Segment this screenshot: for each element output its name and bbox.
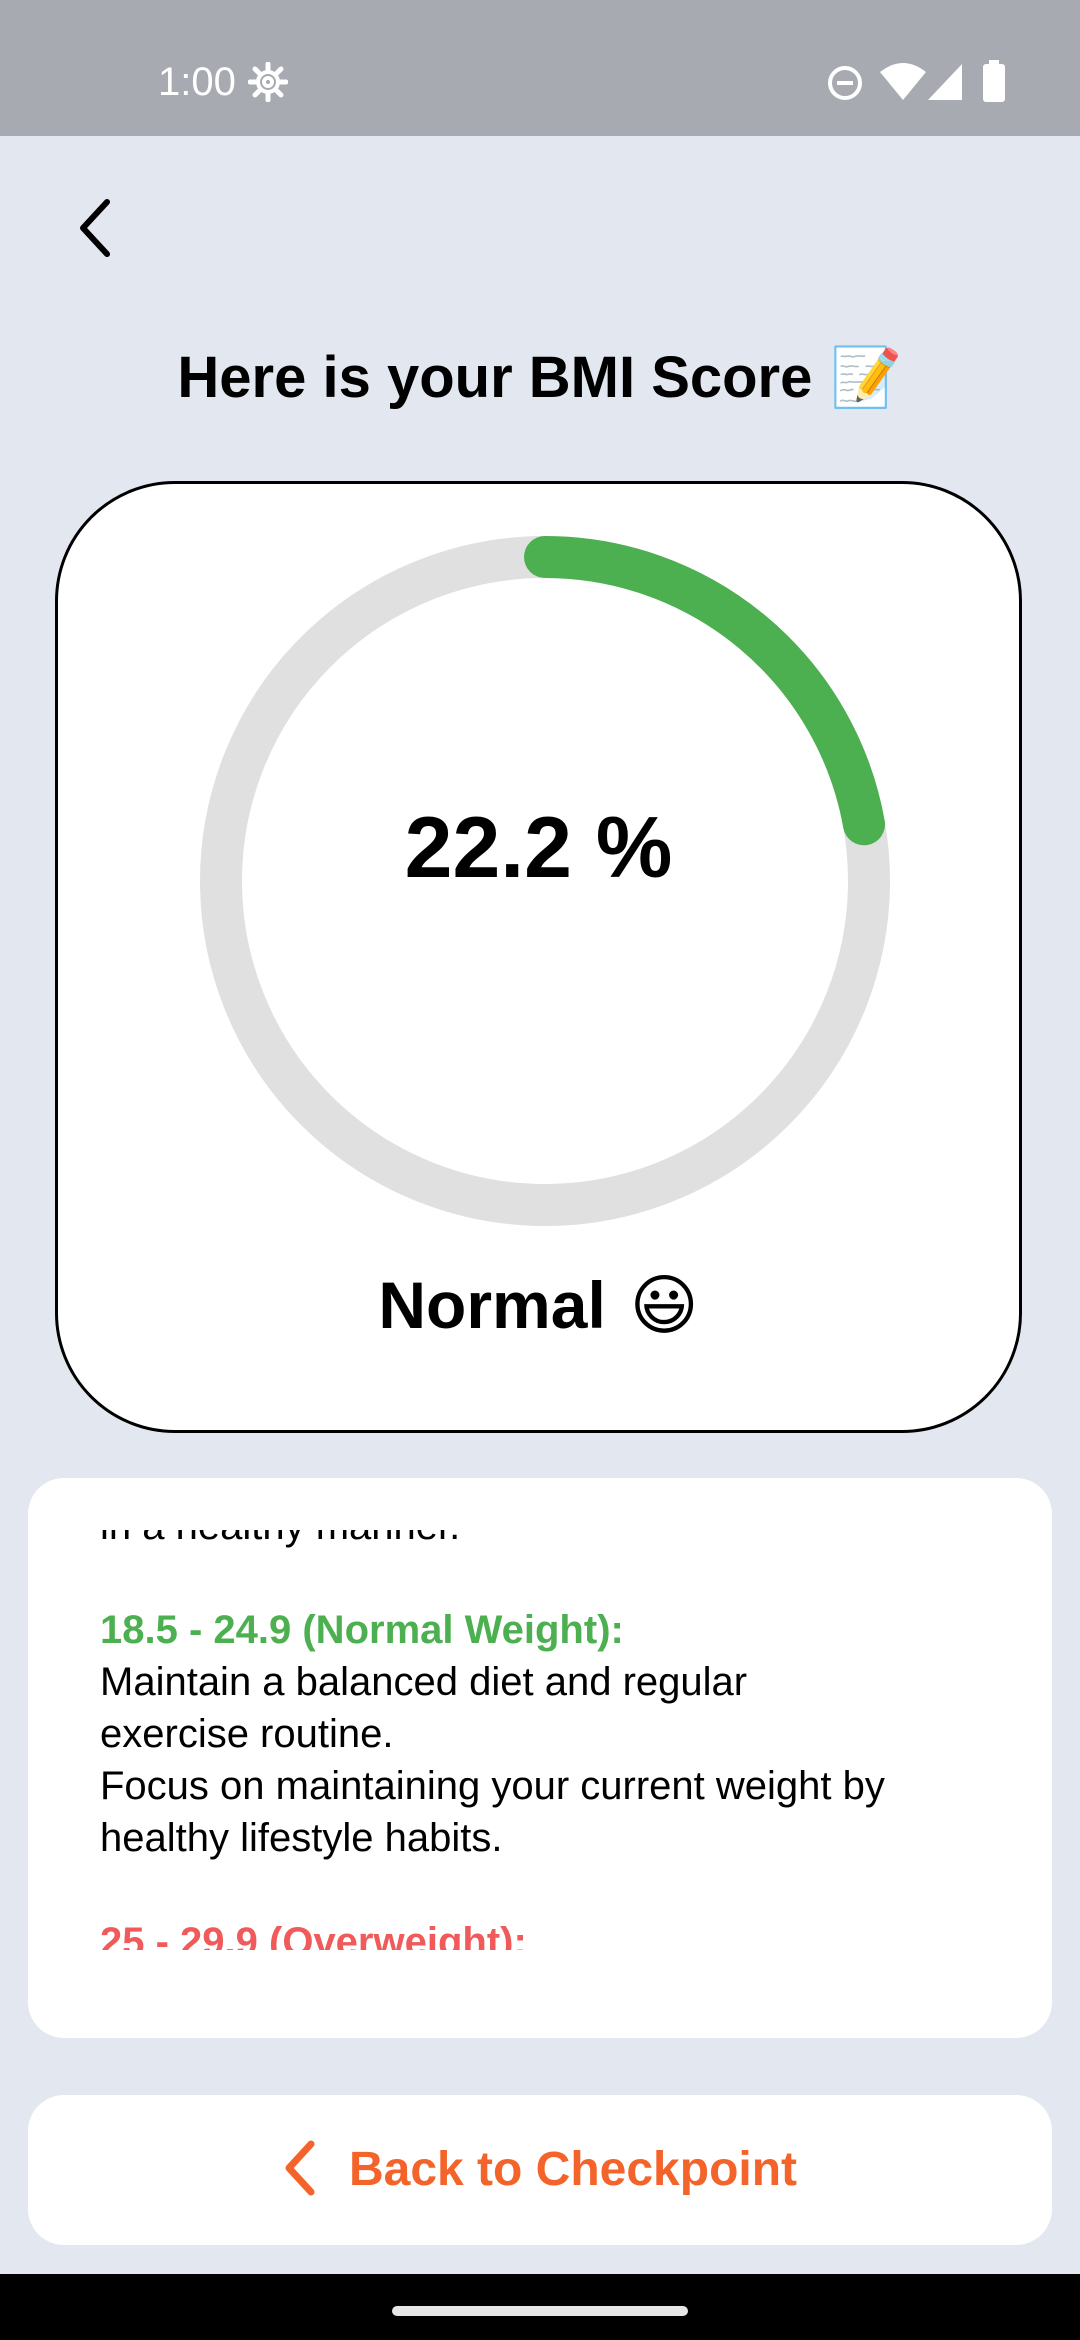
gauge-progress-arc bbox=[524, 536, 885, 846]
normal-weight-heading: 18.5 - 24.9 (Normal Weight): bbox=[100, 1608, 624, 1652]
do-not-disturb-icon bbox=[826, 64, 864, 107]
back-to-checkpoint-label: Back to Checkpoint bbox=[348, 2143, 798, 2196]
memo-emoji: 📝 bbox=[830, 345, 903, 410]
home-indicator[interactable] bbox=[392, 2306, 688, 2316]
page-title-text: Here is your BMI Score bbox=[177, 345, 813, 410]
overweight-heading: 25 - 29.9 (Overweight): bbox=[100, 1920, 527, 1950]
bmi-value: 22.2 % bbox=[404, 800, 673, 896]
smile-emoji: 😃 bbox=[629, 1268, 699, 1342]
bmi-status: Normal 😃 bbox=[58, 1260, 1019, 1350]
normal-weight-line: exercise routine. bbox=[100, 1712, 394, 1756]
normal-weight-line: Maintain a balanced diet and regular bbox=[100, 1660, 748, 1704]
info-partial-line: in a healthy manner. bbox=[100, 1530, 1000, 1552]
bmi-info-card[interactable]: in a healthy manner. 18.5 - 24.9 (Normal… bbox=[28, 1478, 1052, 2038]
settings-gear-icon bbox=[247, 61, 289, 107]
bmi-info-content: in a healthy manner. 18.5 - 24.9 (Normal… bbox=[100, 1530, 1000, 1950]
normal-weight-line: Focus on maintaining your current weight… bbox=[100, 1764, 885, 1808]
normal-weight-line: healthy lifestyle habits. bbox=[100, 1816, 503, 1860]
page-title: Here is your BMI Score 📝 bbox=[0, 338, 1080, 418]
chevron-left-icon bbox=[75, 198, 115, 263]
battery-icon bbox=[982, 60, 1006, 107]
status-bar: 1:00 bbox=[0, 0, 1080, 136]
bmi-score-card: 22.2 % Normal 😃 bbox=[55, 481, 1022, 1433]
navigation-bar bbox=[0, 2274, 1080, 2340]
chevron-left-icon bbox=[283, 2140, 317, 2201]
back-to-checkpoint-button[interactable]: Back to Checkpoint bbox=[28, 2095, 1052, 2245]
signal-icon bbox=[926, 62, 964, 107]
bmi-status-label: Normal bbox=[378, 1268, 606, 1342]
bmi-info-scroll[interactable]: in a healthy manner. 18.5 - 24.9 (Normal… bbox=[100, 1530, 1000, 1950]
wifi-icon bbox=[880, 62, 926, 107]
back-button[interactable] bbox=[50, 180, 140, 280]
status-time: 1:00 bbox=[158, 60, 236, 104]
